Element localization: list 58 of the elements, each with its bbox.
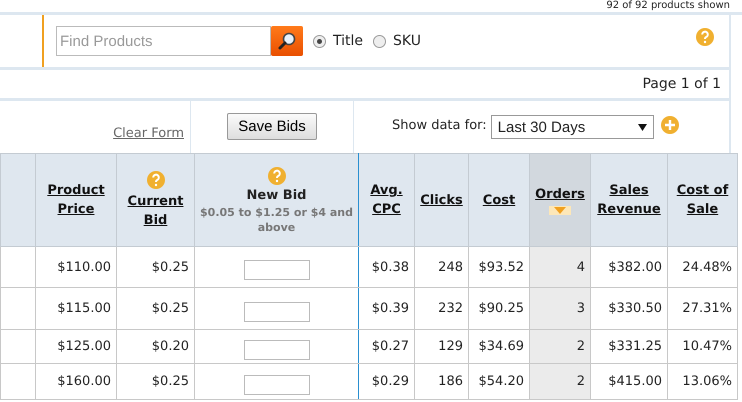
page-indicator: Page 1 of 1 — [642, 76, 721, 92]
table-cell: 2 — [576, 374, 585, 389]
table-cell: $330.50 — [608, 301, 662, 316]
table-cell: $160.00 — [57, 374, 111, 389]
table-cell: 13.06% — [682, 374, 732, 389]
table-cell: 2 — [576, 339, 585, 354]
table-cell: $0.25 — [152, 260, 189, 274]
radio-button[interactable] — [313, 34, 326, 48]
table-cell: $0.27 — [372, 339, 409, 354]
table-cell: $90.25 — [478, 301, 524, 316]
search-icon — [277, 31, 297, 51]
column-header[interactable]: Clicks — [420, 190, 463, 210]
show-data-label: Show data for: — [392, 118, 487, 133]
column-hint: $0.05 to $1.25 or $4 and above — [199, 204, 354, 234]
bid-input[interactable] — [244, 302, 310, 322]
add-icon[interactable] — [660, 115, 680, 135]
radio-label: SKU — [393, 33, 421, 49]
table-cell: $0.20 — [152, 339, 189, 354]
table-cell: 129 — [438, 339, 463, 354]
table-cell: $110.00 — [57, 260, 111, 274]
table-cell: 232 — [438, 301, 463, 316]
clear-form-link[interactable]: Clear Form — [113, 126, 184, 141]
table-cell: 10.47% — [682, 339, 732, 354]
table-cell: $0.25 — [152, 301, 189, 316]
table-cell: $0.25 — [152, 374, 189, 389]
column-header: New Bid — [246, 188, 306, 202]
help-icon[interactable] — [266, 166, 286, 186]
table-cell: $34.69 — [478, 339, 524, 354]
products-count: 92 of 92 products shown — [606, 0, 730, 12]
table-cell: 3 — [576, 301, 585, 316]
table-cell: 24.48% — [682, 260, 732, 274]
period-dropdown[interactable]: Last 30 Days — [490, 115, 654, 139]
radio-button[interactable] — [373, 34, 386, 48]
table-cell: $125.00 — [57, 339, 111, 354]
help-icon[interactable] — [146, 170, 166, 190]
table-cell: $0.29 — [372, 374, 409, 389]
table-cell: $93.52 — [478, 260, 524, 274]
table-cell: $54.20 — [478, 374, 524, 389]
bid-input[interactable] — [244, 340, 310, 360]
table-cell: 4 — [576, 260, 585, 274]
table-cell: 27.31% — [682, 301, 732, 316]
table-cell: 248 — [438, 260, 463, 274]
save-bids-button[interactable]: Save Bids — [227, 113, 317, 140]
bid-input[interactable] — [244, 260, 310, 280]
search-field[interactable]: Find Products — [56, 26, 271, 56]
table-cell: $382.00 — [608, 260, 662, 274]
table-cell: $0.39 — [372, 301, 409, 316]
radio-label: Title — [333, 33, 364, 49]
column-header[interactable]: Cost — [482, 190, 516, 210]
table-cell: $0.38 — [372, 260, 409, 274]
table-cell: $115.00 — [57, 301, 111, 316]
table-cell: $415.00 — [608, 374, 662, 389]
bid-input[interactable] — [244, 374, 310, 394]
help-icon[interactable] — [695, 27, 715, 47]
table-cell: 186 — [438, 374, 463, 389]
table-cell: $331.25 — [608, 339, 662, 354]
search-button[interactable] — [271, 26, 303, 56]
caret-icon — [638, 124, 647, 130]
